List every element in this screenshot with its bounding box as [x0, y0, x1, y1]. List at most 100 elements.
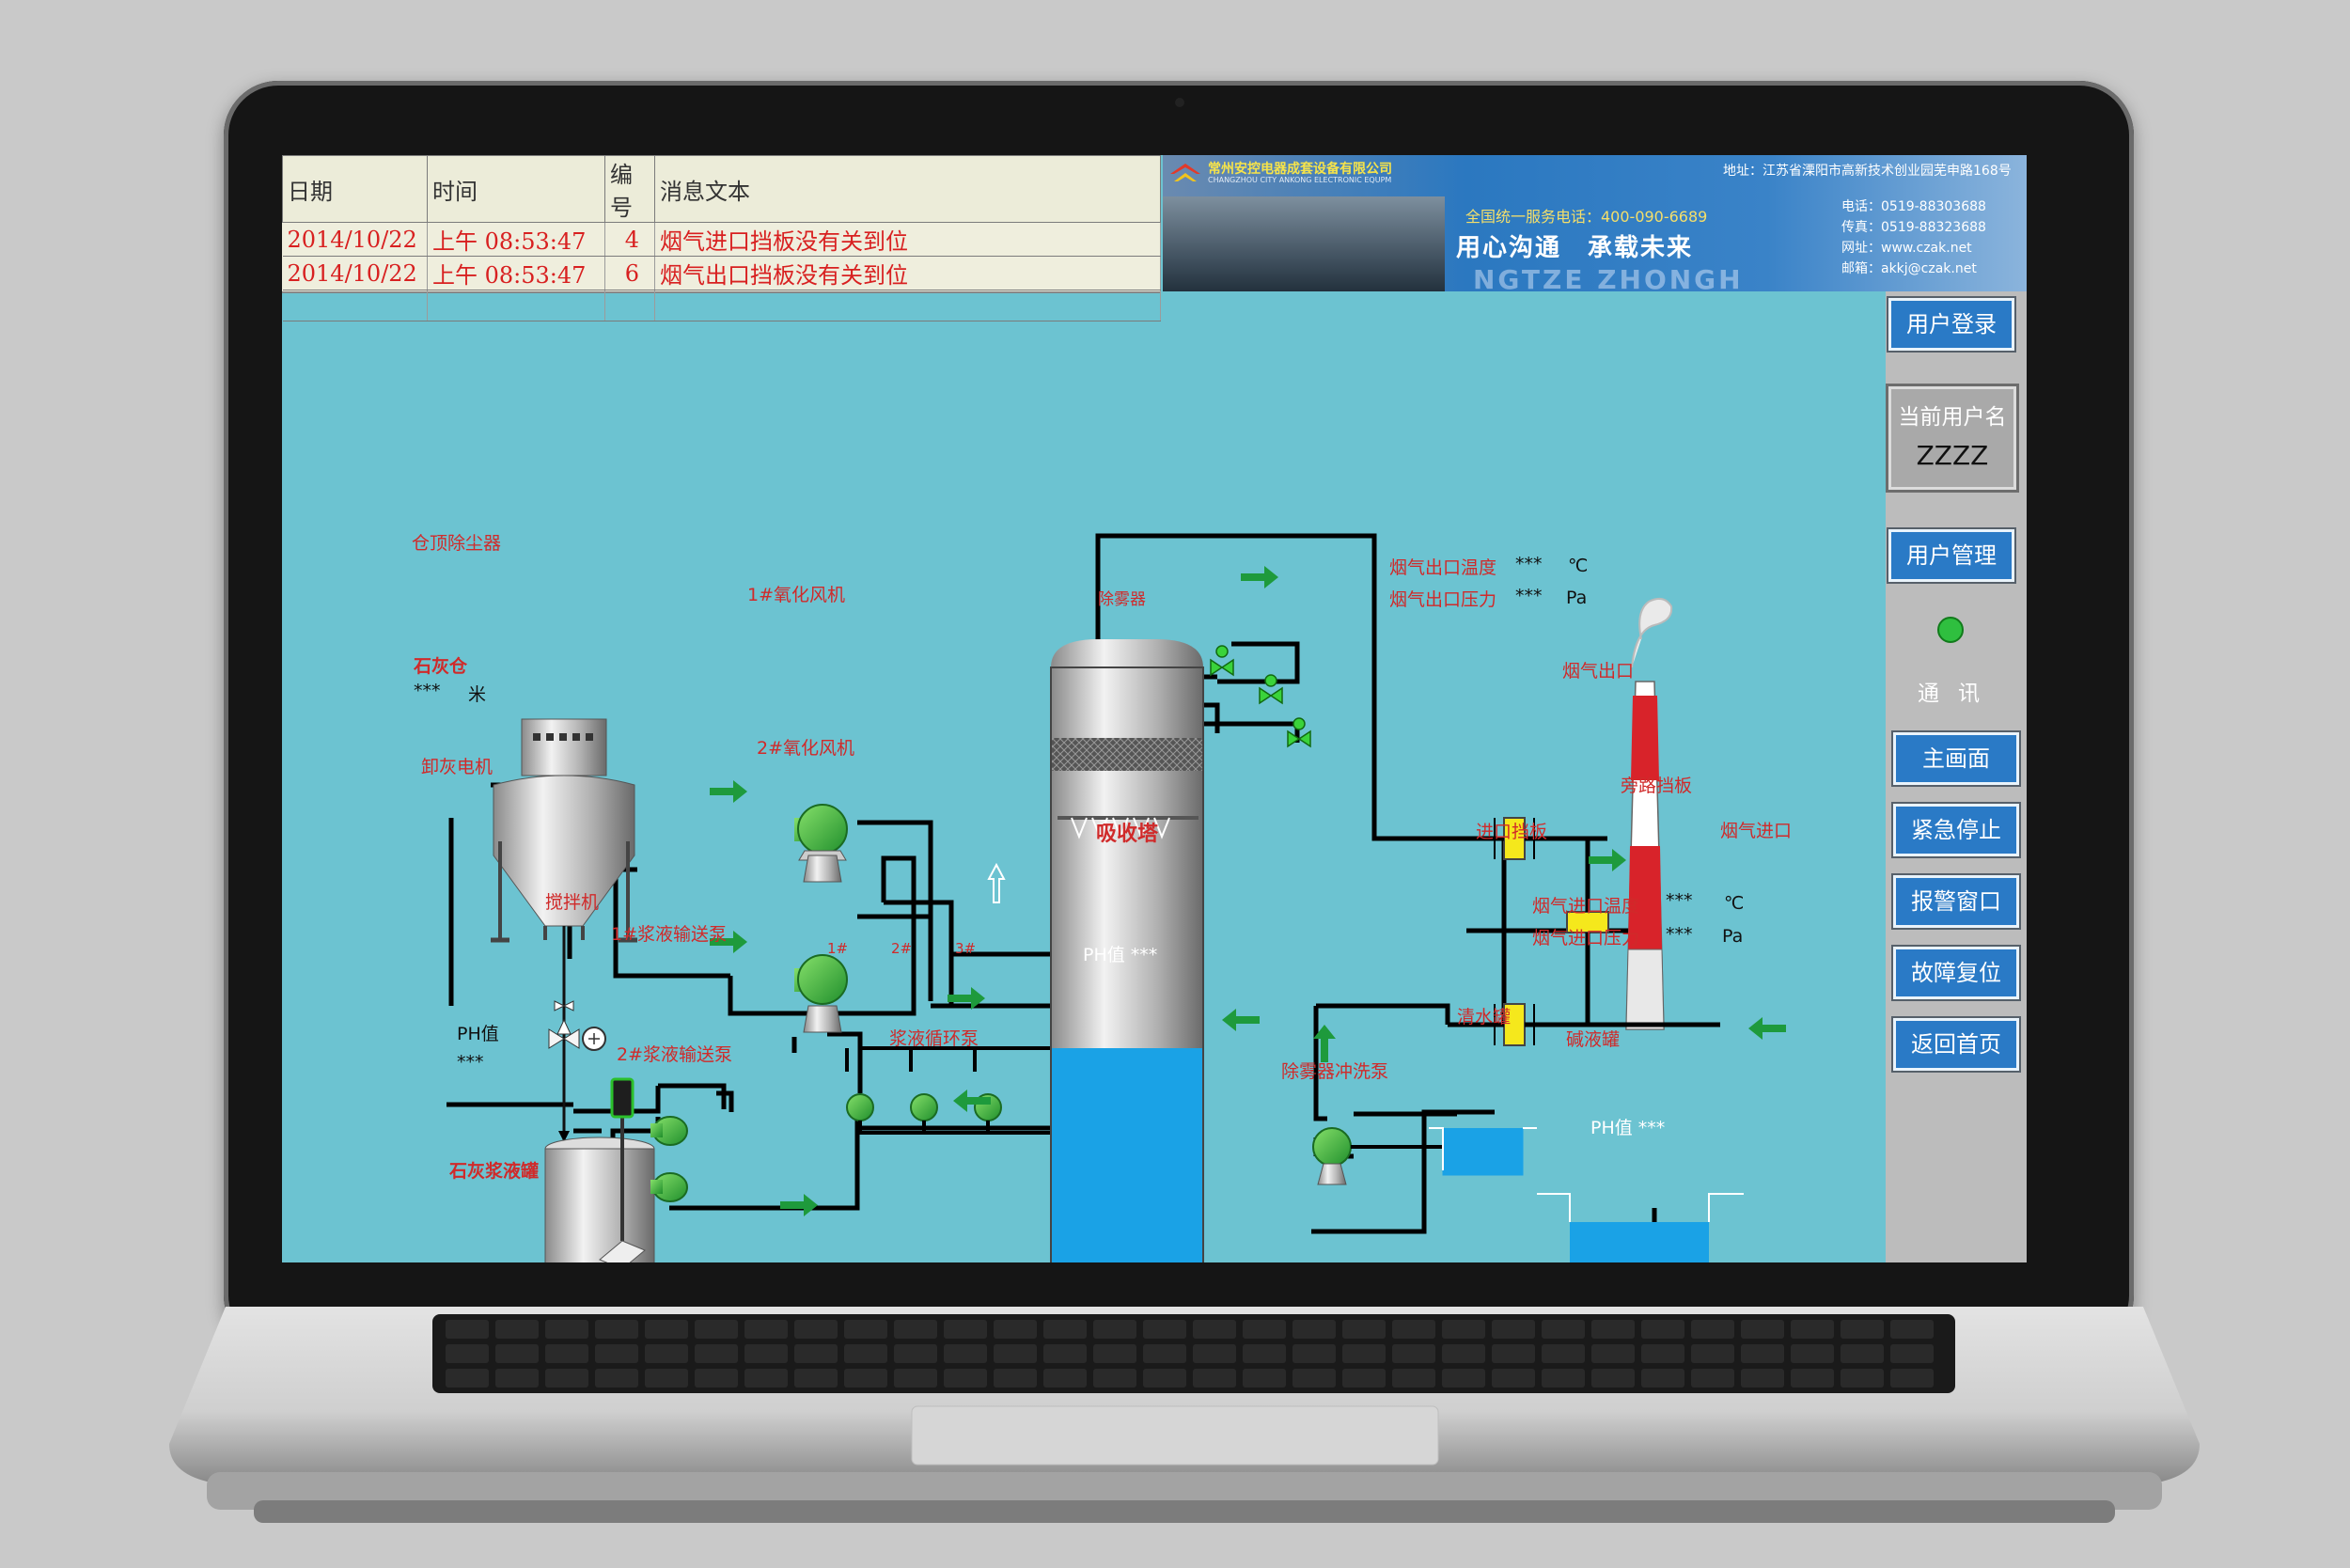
user-manage-button[interactable]: 用户管理 — [1888, 529, 2014, 582]
cell-time: 上午 08:53:47 — [427, 256, 605, 290]
alarm-window-button[interactable]: 报警窗口 — [1893, 875, 2019, 928]
phone: 电话：0519-88303688 — [1841, 199, 1986, 214]
comm-label: 通讯 — [1918, 682, 1998, 706]
keyboard-key — [1193, 1369, 1236, 1388]
keyboard-key — [1093, 1344, 1136, 1363]
keyboard-key — [1043, 1369, 1087, 1388]
contact-info: 电话：0519-88303688 传真：0519-88323688 网址：www… — [1841, 196, 1986, 279]
keyboard-key — [1641, 1344, 1684, 1363]
keyboard-key — [844, 1369, 887, 1388]
label-pump1: 1#浆液输送泵 — [611, 924, 728, 945]
keyboard-key — [1193, 1320, 1236, 1339]
label-silo-dust: 仓顶除尘器 — [412, 533, 502, 554]
keyboard-key — [645, 1369, 688, 1388]
keyboard-key — [1741, 1369, 1784, 1388]
label-tank-ph: PH值 — [457, 1024, 499, 1044]
label-alkali-ph: PH值 *** — [1590, 1118, 1666, 1138]
unit-silo: 米 — [468, 684, 487, 705]
unit-in-press: Pa — [1722, 926, 1744, 947]
company-name-en: CHANGZHOU CITY ANKONG ELECTRONIC EQUPM — [1208, 176, 1392, 184]
keyboard-key — [1791, 1320, 1834, 1339]
keyboard-key — [446, 1369, 489, 1388]
keyboard-key — [545, 1369, 588, 1388]
emergency-stop-button[interactable]: 紧急停止 — [1893, 804, 2019, 856]
keyboard-key — [1292, 1344, 1336, 1363]
label-fan1: 1#氧化风机 — [747, 585, 846, 605]
keyboard-key — [695, 1344, 738, 1363]
keyboard-key — [1043, 1344, 1087, 1363]
laptop-base — [169, 1307, 2200, 1523]
keyboard-key — [1093, 1320, 1136, 1339]
alarm-table: 日期 时间 编号 消息文本 2014/10/22 上午 08:53:47 4 烟… — [282, 155, 1161, 321]
keyboard-key — [994, 1344, 1037, 1363]
keyboard-key — [645, 1344, 688, 1363]
current-user-label: 当前用户名 — [1898, 405, 2007, 430]
keyboard-key — [944, 1344, 987, 1363]
keyboard-key — [744, 1344, 788, 1363]
label-in-press: 烟气进口压力 — [1532, 928, 1640, 949]
value-in-press: *** — [1666, 924, 1693, 945]
col-text: 消息文本 — [654, 155, 1161, 223]
slogan: 用心沟通 承载未来 — [1456, 234, 1694, 262]
cell-id: 6 — [604, 256, 655, 290]
label-flue-in: 烟气进口 — [1720, 821, 1793, 841]
label-tower-ph: PH值 *** — [1083, 945, 1158, 965]
keyboard-key — [595, 1320, 638, 1339]
flush-pump — [1312, 1127, 1448, 1185]
cell-date: 2014/10/22 — [282, 256, 428, 290]
keyboard-key — [1143, 1320, 1186, 1339]
label-circ2: 2# — [891, 940, 913, 957]
keyboard-key — [1043, 1320, 1087, 1339]
keyboard-key — [844, 1320, 887, 1339]
website: 网址：www.czak.net — [1841, 241, 1972, 256]
label-unload: 卸灰电机 — [421, 757, 494, 777]
keyboard-key — [695, 1369, 738, 1388]
email: 邮箱：akkj@czak.net — [1841, 261, 1977, 276]
main-screen-button[interactable]: 主画面 — [1893, 732, 2019, 785]
fault-reset-button[interactable]: 故障复位 — [1893, 947, 2019, 999]
cell-text: 烟气进口挡板没有关到位 — [654, 222, 1161, 257]
keyboard-key — [1841, 1320, 1884, 1339]
laptop: 日期 时间 编号 消息文本 2014/10/22 上午 08:53:47 4 烟… — [0, 0, 2350, 1568]
table-row[interactable]: 2014/10/22 上午 08:53:47 4 烟气进口挡板没有关到位 — [282, 222, 1161, 257]
keyboard-key — [1243, 1369, 1286, 1388]
keyboard-key — [1691, 1320, 1734, 1339]
keyboard-key — [1591, 1344, 1635, 1363]
slurry-pumps — [650, 1116, 688, 1202]
keyboard-key — [446, 1344, 489, 1363]
keyboard-key — [944, 1369, 987, 1388]
keyboard-key — [1741, 1320, 1784, 1339]
keyboard-key — [1442, 1320, 1485, 1339]
label-inlet-damper: 进口挡板 — [1476, 822, 1548, 842]
table-row[interactable]: 2014/10/22 上午 08:53:47 6 烟气出口挡板没有关到位 — [282, 256, 1161, 290]
company-banner: 常州安控电器成套设备有限公司 CHANGZHOU CITY ANKONG ELE… — [1163, 155, 2027, 291]
keyboard-key — [1342, 1320, 1386, 1339]
keyboard-key — [744, 1320, 788, 1339]
label-flue-out: 烟气出口 — [1562, 661, 1635, 682]
keyboard-key — [1841, 1369, 1884, 1388]
keyboard-key — [495, 1369, 539, 1388]
scada-screen: 日期 时间 编号 消息文本 2014/10/22 上午 08:53:47 4 烟… — [282, 155, 2027, 1262]
keyboard-key — [1691, 1344, 1734, 1363]
keyboard-key — [794, 1320, 838, 1339]
keyboard-key — [645, 1320, 688, 1339]
company-name: 常州安控电器成套设备有限公司 — [1208, 162, 1392, 177]
keyboard-key — [1641, 1320, 1684, 1339]
value-out-press: *** — [1515, 586, 1543, 606]
keyboard-key — [495, 1344, 539, 1363]
back-home-button[interactable]: 返回首页 — [1893, 1018, 2019, 1071]
unit-in-temp: ℃ — [1724, 893, 1745, 914]
label-pump2: 2#浆液输送泵 — [617, 1044, 733, 1065]
label-bypass: 旁路挡板 — [1621, 776, 1693, 796]
login-button[interactable]: 用户登录 — [1888, 298, 2014, 351]
keyboard-key — [545, 1320, 588, 1339]
keyboard-key — [794, 1369, 838, 1388]
label-out-temp: 烟气出口温度 — [1389, 557, 1497, 578]
keyboard-key — [1392, 1369, 1435, 1388]
keyboard-key — [1791, 1369, 1834, 1388]
keyboard-key — [1492, 1344, 1535, 1363]
keyboard-key — [1542, 1369, 1585, 1388]
keyboard-key — [744, 1369, 788, 1388]
cell-text: 烟气出口挡板没有关到位 — [654, 256, 1161, 290]
keyboard-key — [1691, 1369, 1734, 1388]
